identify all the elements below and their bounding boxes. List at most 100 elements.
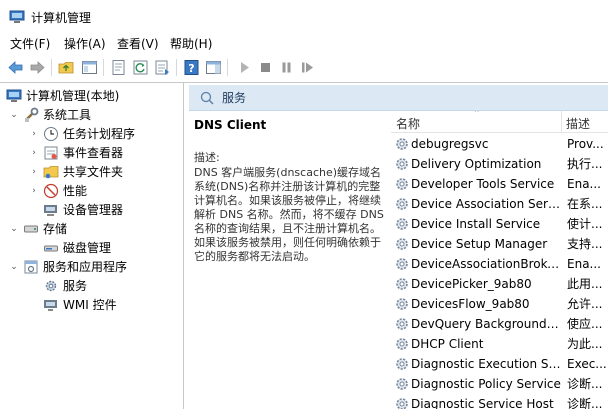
service-name: DHCP Client [411, 337, 484, 351]
service-name: Diagnostic Execution Ser... [411, 357, 561, 371]
restart-service-icon[interactable] [299, 59, 316, 76]
table-row[interactable]: DevicesFlow_9ab80 允许... [391, 294, 608, 314]
chevron-right-icon[interactable]: › [29, 148, 39, 158]
export-list-icon[interactable] [154, 59, 171, 76]
stop-service-icon[interactable] [257, 59, 274, 76]
tree-item-system-tools[interactable]: ⌄ 系统工具 [9, 105, 91, 124]
chevron-right-icon[interactable]: › [29, 167, 39, 177]
performance-icon [43, 183, 59, 199]
service-description: 允许... [567, 297, 603, 311]
refresh-icon[interactable] [132, 59, 149, 76]
table-row[interactable]: debugregsvc Prov... [391, 134, 608, 154]
window-title: 计算机管理 [31, 11, 92, 25]
computer-management-icon [9, 10, 25, 23]
service-description: 此用... [567, 277, 603, 291]
services-gear-icon [43, 278, 59, 294]
service-description: Exec... [567, 357, 607, 371]
column-header-name[interactable]: 名称 [396, 115, 420, 132]
list-header: ⌃ 名称 描述 [391, 111, 608, 133]
service-name: Delivery Optimization [411, 157, 542, 171]
service-description: 支持... [567, 237, 603, 251]
help-icon[interactable]: ? [183, 59, 200, 76]
table-row[interactable]: DevQuery Background D... 使应... [391, 314, 608, 334]
service-name: Device Association Service [411, 197, 561, 211]
chevron-down-icon[interactable]: ⌄ [9, 224, 19, 234]
table-row[interactable]: Device Setup Manager 支持... [391, 234, 608, 254]
menu-help[interactable]: 帮助(H) [170, 36, 212, 52]
back-arrow-icon[interactable] [7, 59, 24, 76]
service-name: Device Install Service [411, 217, 541, 231]
menu-file[interactable]: 文件(F) [10, 36, 50, 52]
table-row[interactable]: DHCP Client 为此... [391, 334, 608, 354]
services-applications-icon [23, 259, 39, 275]
service-gear-icon [394, 196, 410, 212]
chevron-right-icon[interactable]: › [29, 186, 39, 196]
event-viewer-icon [43, 145, 59, 161]
title-bar: 计算机管理 [0, 0, 608, 34]
disk-management-icon [43, 240, 59, 256]
service-description-panel: DNS Client 描述: DNS 客户端服务(dnscache)缓存域名系统… [189, 111, 389, 409]
services-search-icon [200, 91, 214, 105]
service-gear-icon [394, 396, 410, 409]
service-description: 为此... [567, 337, 603, 351]
column-header-description[interactable]: 描述 [566, 115, 590, 132]
system-tools-icon [23, 107, 39, 123]
tree-item-shared-folders[interactable]: › 共享文件夹 [29, 162, 123, 181]
tree-item-storage[interactable]: ⌄ 存储 [9, 219, 67, 238]
tree-item-wmi-control[interactable]: WMI 控件 [43, 295, 117, 314]
service-gear-icon [394, 136, 410, 152]
service-name: DevicePicker_9ab80 [411, 277, 532, 291]
service-description: 执行... [567, 157, 603, 171]
table-row[interactable]: Device Association Service 在系... [391, 194, 608, 214]
task-scheduler-icon [43, 126, 59, 142]
service-gear-icon [394, 276, 410, 292]
tree-item-event-viewer[interactable]: › 事件查看器 [29, 143, 123, 162]
service-description: 诊断... [567, 377, 603, 391]
service-gear-icon [394, 336, 410, 352]
services-list: ⌃ 名称 描述 debugregsvc Prov... Delivery Optim… [391, 111, 608, 409]
computer-management-icon [6, 88, 22, 104]
table-row[interactable]: Diagnostic Execution Ser... Exec... [391, 354, 608, 374]
menu-action[interactable]: 操作(A) [64, 36, 106, 52]
tree-item-computer-management[interactable]: 计算机管理(本地) [6, 86, 119, 105]
service-gear-icon [394, 256, 410, 272]
table-row[interactable]: DevicePicker_9ab80 此用... [391, 274, 608, 294]
pane-title: 服务 [222, 91, 247, 105]
service-gear-icon [394, 376, 410, 392]
service-name: DeviceAssociationBroker... [411, 257, 561, 271]
chevron-down-icon[interactable]: ⌄ [9, 110, 19, 120]
up-folder-icon[interactable] [58, 59, 75, 76]
service-gear-icon [394, 176, 410, 192]
service-gear-icon [394, 236, 410, 252]
tree-item-device-manager[interactable]: 设备管理器 [43, 200, 123, 219]
show-hide-tree-icon[interactable] [81, 59, 98, 76]
tree-item-disk-management[interactable]: 磁盘管理 [43, 238, 111, 257]
tree-item-task-scheduler[interactable]: › 任务计划程序 [29, 124, 135, 143]
service-description: 诊断... [567, 397, 603, 409]
properties-sheet-icon[interactable] [110, 59, 127, 76]
wmi-control-icon [43, 297, 59, 313]
action-pane-icon[interactable] [205, 59, 222, 76]
chevron-down-icon[interactable]: ⌄ [9, 262, 19, 272]
tree-item-services[interactable]: 服务 [43, 276, 87, 295]
menu-view[interactable]: 查看(V) [117, 36, 159, 52]
table-row[interactable]: Diagnostic Service Host 诊断... [391, 394, 608, 409]
table-row[interactable]: DeviceAssociationBroker... Ena... [391, 254, 608, 274]
tree-item-services-applications[interactable]: ⌄ 服务和应用程序 [9, 257, 127, 276]
pause-service-icon[interactable] [278, 59, 295, 76]
start-service-icon[interactable] [236, 59, 253, 76]
description-label: 描述: [194, 151, 220, 164]
service-name: Diagnostic Policy Service [411, 377, 561, 391]
table-row[interactable]: Developer Tools Service Ena... [391, 174, 608, 194]
description-text: DNS 客户端服务(dnscache)缓存域名系统(DNS)名称并注册该计算机的… [194, 166, 384, 263]
chevron-right-icon[interactable]: › [29, 129, 39, 139]
svg-text:?: ? [188, 62, 194, 75]
service-name: Developer Tools Service [411, 177, 555, 191]
table-row[interactable]: Delivery Optimization 执行... [391, 154, 608, 174]
table-row[interactable]: Device Install Service 使计... [391, 214, 608, 234]
forward-arrow-icon[interactable] [29, 59, 46, 76]
table-row[interactable]: Diagnostic Policy Service 诊断... [391, 374, 608, 394]
service-description: 使应... [567, 317, 603, 331]
tree-item-performance[interactable]: › 性能 [29, 181, 87, 200]
device-manager-icon [43, 202, 59, 218]
